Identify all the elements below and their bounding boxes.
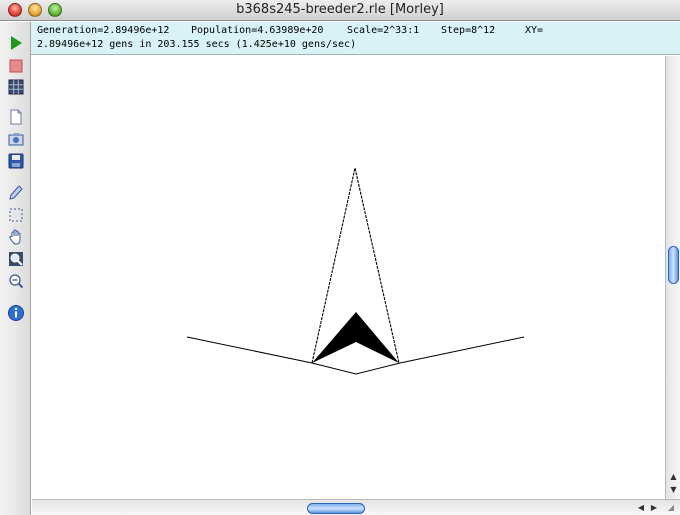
zoom-out-mode-button[interactable]	[7, 272, 25, 290]
stop-icon	[9, 59, 23, 73]
hand-icon	[9, 229, 21, 245]
scroll-left-arrow-icon[interactable]: ◀	[635, 502, 647, 514]
scale-readout: Scale=2^33:1	[347, 25, 420, 36]
xy-readout: XY=	[525, 25, 544, 36]
new-pattern-button[interactable]	[7, 108, 25, 126]
pencil-icon	[9, 185, 23, 200]
scroll-up-arrow-icon[interactable]: ▲	[666, 471, 680, 483]
scroll-down-arrow-icon[interactable]: ▼	[666, 484, 680, 496]
generation-readout: Generation=2.89496e+12	[37, 25, 170, 36]
play-icon	[11, 36, 22, 50]
resize-grip-icon[interactable]: ◢	[665, 502, 677, 514]
hashing-button[interactable]	[7, 78, 25, 96]
pattern-viewport[interactable]	[32, 56, 665, 499]
scroll-right-arrow-icon[interactable]: ▶	[648, 502, 660, 514]
pattern-canvas	[186, 167, 525, 375]
zoom-in-mode-button[interactable]	[7, 250, 25, 268]
select-icon	[9, 208, 23, 222]
vertical-scrollbar[interactable]: ▲ ▼	[665, 56, 680, 499]
move-mode-button[interactable]	[7, 228, 25, 246]
stop-generating-button[interactable]	[7, 57, 25, 75]
left-toolbar	[0, 22, 31, 515]
left-wing-line	[186, 336, 525, 375]
open-icon	[8, 133, 24, 146]
title-bar: b368s245-breeder2.rle [Morley]	[0, 0, 680, 21]
save-icon	[8, 153, 24, 169]
step-readout: Step=8^12	[441, 25, 496, 36]
show-info-button[interactable]	[7, 304, 25, 322]
horizontal-scrollbar[interactable]: ◀ ▶ ◢	[32, 499, 680, 515]
arrowhead-shape	[312, 312, 399, 363]
zoom-out-icon	[9, 274, 24, 289]
window-title: b368s245-breeder2.rle [Morley]	[236, 2, 444, 17]
save-pattern-button[interactable]	[7, 152, 25, 170]
grid-icon	[8, 79, 24, 95]
select-mode-button[interactable]	[7, 206, 25, 224]
info-icon	[8, 305, 24, 321]
open-pattern-button[interactable]	[7, 130, 25, 148]
population-readout: Population=4.63989e+20	[191, 25, 324, 36]
status-bar: Generation=2.89496e+12 Population=4.6398…	[31, 22, 680, 55]
timing-summary: 2.89496e+12 gens in 203.155 secs (1.425e…	[37, 39, 357, 50]
start-generating-button[interactable]	[7, 34, 25, 52]
zoom-in-icon	[9, 252, 23, 266]
document-icon	[10, 109, 22, 125]
horizontal-scroll-thumb[interactable]	[307, 503, 365, 514]
draw-mode-button[interactable]	[7, 184, 25, 202]
vertical-scroll-thumb[interactable]	[668, 246, 679, 284]
